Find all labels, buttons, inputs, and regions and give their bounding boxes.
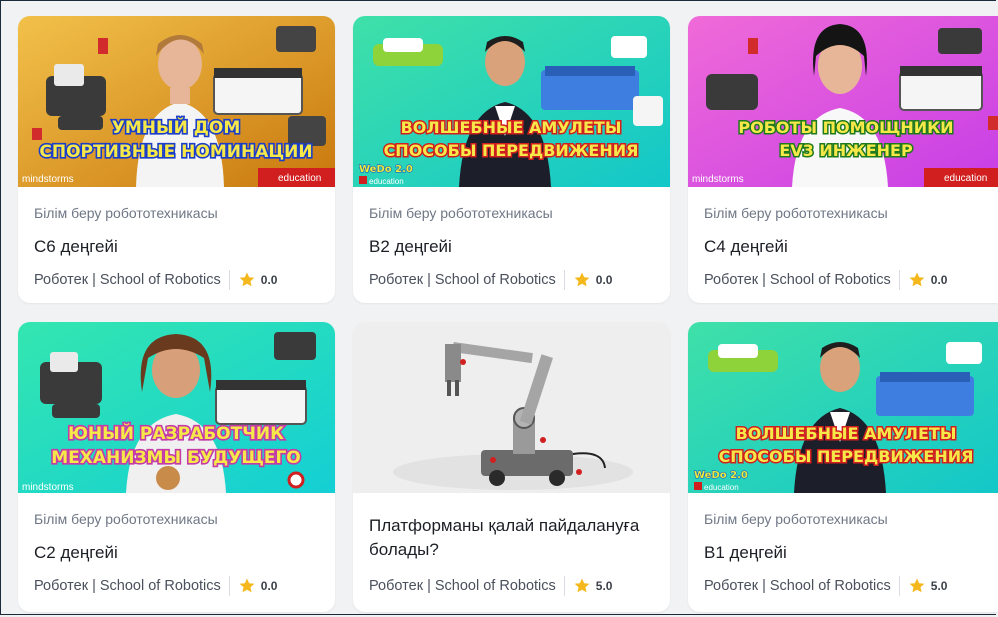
divider xyxy=(228,270,230,290)
course-title[interactable]: Платформаны қалай пайдалануға болады? xyxy=(369,514,649,562)
course-rating: 5.0 xyxy=(930,579,948,593)
divider xyxy=(898,576,900,596)
banner-line-1: ЮНЫЙ РАЗРАБОТЧИК xyxy=(68,422,284,444)
star-icon xyxy=(574,272,590,287)
brand-logo-left: WeDo 2.0 xyxy=(694,470,748,481)
banner-line-2: МЕХАНИЗМЫ БУДУЩЕГО xyxy=(51,448,301,468)
star-icon xyxy=(909,578,925,593)
course-category: Білім беру робототехникасы xyxy=(369,205,553,221)
course-title[interactable]: В1 деңгейі xyxy=(704,541,787,565)
course-title[interactable]: С2 деңгейі xyxy=(34,541,118,565)
course-title[interactable]: В2 деңгейі xyxy=(369,235,452,259)
course-rating: 0.0 xyxy=(595,273,613,287)
course-card-c6[interactable]: УМНЫЙ ДОМ СПОРТИВНЫЕ НОМИНАЦИИ mindstorm… xyxy=(18,16,335,303)
course-thumbnail[interactable]: РОБОТЫ ПОМОЩНИКИ EV3 ИНЖЕНЕР mindstorms … xyxy=(688,16,998,187)
brand-logo-right: education xyxy=(278,173,321,184)
brand-logo-right: education xyxy=(704,483,739,492)
course-card-c4[interactable]: РОБОТЫ ПОМОЩНИКИ EV3 ИНЖЕНЕР mindstorms … xyxy=(688,16,998,303)
course-meta: Роботек | School of Robotics 0.0 xyxy=(704,270,947,290)
course-meta: Роботек | School of Robotics 5.0 xyxy=(704,576,947,596)
banner-line-2: СПОСОБЫ ПЕРЕДВИЖЕНИЯ xyxy=(384,141,639,160)
divider xyxy=(563,270,565,290)
course-card-c2[interactable]: ЮНЫЙ РАЗРАБОТЧИК МЕХАНИЗМЫ БУДУЩЕГО mind… xyxy=(18,322,335,612)
course-card-b2[interactable]: ВОЛШЕБНЫЕ АМУЛЕТЫ СПОСОБЫ ПЕРЕДВИЖЕНИЯ W… xyxy=(353,16,670,303)
star-icon xyxy=(574,578,590,593)
course-category: Білім беру робототехникасы xyxy=(704,205,888,221)
star-icon xyxy=(239,272,255,287)
divider xyxy=(563,576,565,596)
course-category: Білім беру робототехникасы xyxy=(704,511,888,527)
course-meta: Роботек | School of Robotics 0.0 xyxy=(34,576,277,596)
banner-line-1: ВОЛШЕБНЫЕ АМУЛЕТЫ xyxy=(401,118,622,137)
course-title[interactable]: С6 деңгейі xyxy=(34,235,118,259)
divider xyxy=(898,270,900,290)
course-author[interactable]: Роботек | School of Robotics xyxy=(369,272,556,288)
star-icon xyxy=(909,272,925,287)
course-author[interactable]: Роботек | School of Robotics xyxy=(704,578,891,594)
course-meta: Роботек | School of Robotics 5.0 xyxy=(369,576,612,596)
course-category: Білім беру робототехникасы xyxy=(34,511,218,527)
brand-logo-left: WeDo 2.0 xyxy=(359,164,413,175)
brand-logo-left: mindstorms xyxy=(22,482,74,493)
course-title[interactable]: С4 деңгейі xyxy=(704,235,788,259)
course-thumbnail[interactable]: ЮНЫЙ РАЗРАБОТЧИК МЕХАНИЗМЫ БУДУЩЕГО mind… xyxy=(18,322,335,493)
brand-logo-right: education xyxy=(944,173,987,184)
star-icon xyxy=(239,578,255,593)
course-meta: Роботек | School of Robotics 0.0 xyxy=(34,270,277,290)
course-rating: 0.0 xyxy=(260,579,278,593)
course-rating: 5.0 xyxy=(595,579,613,593)
course-author[interactable]: Роботек | School of Robotics xyxy=(369,578,556,594)
banner-line-2: СПОСОБЫ ПЕРЕДВИЖЕНИЯ xyxy=(719,447,974,466)
course-author[interactable]: Роботек | School of Robotics xyxy=(704,272,891,288)
course-card-platform-guide[interactable]: Платформаны қалай пайдалануға болады? Ро… xyxy=(353,322,670,612)
brand-logo-left: mindstorms xyxy=(692,174,744,185)
banner-line-2: СПОРТИВНЫЕ НОМИНАЦИИ xyxy=(39,142,312,162)
divider xyxy=(228,576,230,596)
course-thumbnail[interactable] xyxy=(353,322,670,493)
course-thumbnail[interactable]: ВОЛШЕБНЫЕ АМУЛЕТЫ СПОСОБЫ ПЕРЕДВИЖЕНИЯ W… xyxy=(688,322,998,493)
course-card-b1[interactable]: ВОЛШЕБНЫЕ АМУЛЕТЫ СПОСОБЫ ПЕРЕДВИЖЕНИЯ W… xyxy=(688,322,998,612)
course-meta: Роботек | School of Robotics 0.0 xyxy=(369,270,612,290)
course-rating: 0.0 xyxy=(930,273,948,287)
banner-line-2: EV3 ИНЖЕНЕР xyxy=(779,141,913,160)
course-rating: 0.0 xyxy=(260,273,278,287)
brand-logo-right: education xyxy=(369,177,404,186)
banner-line-1: УМНЫЙ ДОМ xyxy=(112,116,241,138)
course-author[interactable]: Роботек | School of Robotics xyxy=(34,578,221,594)
course-category: Білім беру робототехникасы xyxy=(34,205,218,221)
banner-line-1: РОБОТЫ ПОМОЩНИКИ xyxy=(738,118,953,137)
course-thumbnail[interactable]: УМНЫЙ ДОМ СПОРТИВНЫЕ НОМИНАЦИИ mindstorm… xyxy=(18,16,335,187)
course-author[interactable]: Роботек | School of Robotics xyxy=(34,272,221,288)
banner-line-1: ВОЛШЕБНЫЕ АМУЛЕТЫ xyxy=(736,424,957,443)
brand-logo-left: mindstorms xyxy=(22,174,74,185)
course-thumbnail[interactable]: ВОЛШЕБНЫЕ АМУЛЕТЫ СПОСОБЫ ПЕРЕДВИЖЕНИЯ W… xyxy=(353,16,670,187)
